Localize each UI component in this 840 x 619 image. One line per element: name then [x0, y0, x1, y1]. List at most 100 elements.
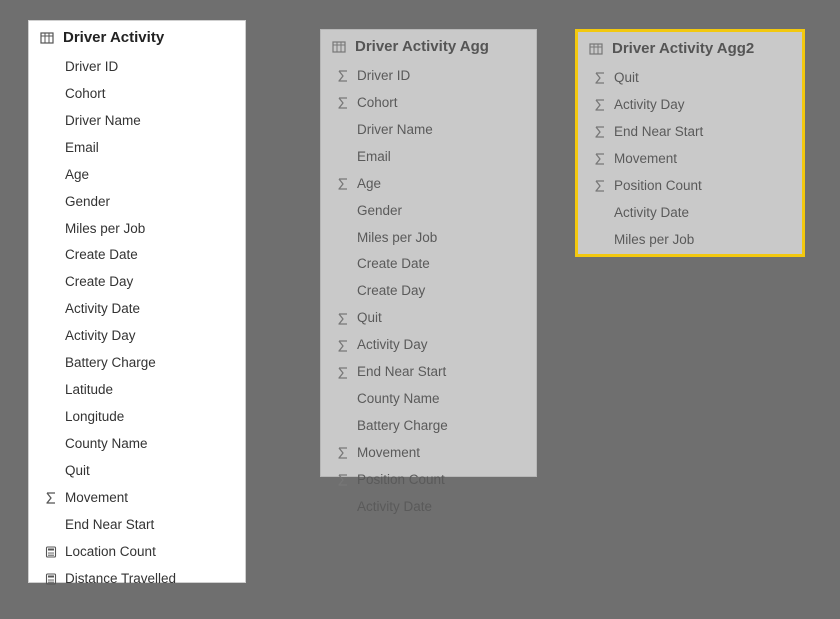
- table-header[interactable]: Driver Activity: [29, 21, 245, 52]
- blank-icon: [43, 436, 59, 452]
- sigma-icon: [335, 445, 351, 461]
- field-label: Create Day: [65, 272, 133, 293]
- field-row[interactable]: Movement: [327, 440, 530, 467]
- field-row[interactable]: Miles per Job: [35, 216, 239, 243]
- blank-icon: [43, 463, 59, 479]
- field-label: Driver Name: [65, 111, 141, 132]
- field-label: Battery Charge: [65, 353, 156, 374]
- field-label: Movement: [614, 149, 677, 170]
- table-title: Driver Activity Agg2: [612, 40, 754, 57]
- field-label: End Near Start: [65, 515, 154, 536]
- sigma-icon: [335, 95, 351, 111]
- field-row[interactable]: Driver Name: [327, 117, 530, 144]
- field-row[interactable]: Activity Day: [584, 92, 796, 119]
- field-row[interactable]: Cohort: [327, 90, 530, 117]
- calculator-icon: [43, 571, 59, 587]
- blank-icon: [43, 86, 59, 102]
- blank-icon: [335, 122, 351, 138]
- field-label: End Near Start: [357, 362, 446, 383]
- field-label: Activity Date: [357, 497, 432, 518]
- table-card-driver-activity-agg2[interactable]: Driver Activity Agg2 Quit Activity Day End…: [575, 29, 805, 257]
- field-label: Driver ID: [357, 66, 410, 87]
- field-label: Battery Charge: [357, 416, 448, 437]
- field-label: Distance Travelled: [65, 569, 176, 590]
- blank-icon: [43, 383, 59, 399]
- sigma-icon: [335, 176, 351, 192]
- field-row[interactable]: Activity Day: [327, 332, 530, 359]
- blank-icon: [335, 257, 351, 273]
- field-row[interactable]: County Name: [327, 386, 530, 413]
- field-row[interactable]: Email: [327, 144, 530, 171]
- field-label: Activity Day: [65, 326, 136, 347]
- field-row[interactable]: Position Count: [584, 173, 796, 200]
- field-row[interactable]: Longitude: [35, 404, 239, 431]
- field-row[interactable]: Driver Name: [35, 108, 239, 135]
- field-label: Latitude: [65, 380, 113, 401]
- table-card-driver-activity-agg[interactable]: Driver Activity Agg Driver ID Cohort Drive…: [320, 29, 537, 477]
- field-list: Driver ID Cohort Driver NameEmail Age Gender…: [321, 61, 536, 531]
- blank-icon: [43, 248, 59, 264]
- sigma-icon: [592, 70, 608, 86]
- field-row[interactable]: End Near Start: [327, 359, 530, 386]
- field-row[interactable]: Activity Day: [35, 323, 239, 350]
- field-row[interactable]: End Near Start: [35, 512, 239, 539]
- blank-icon: [43, 140, 59, 156]
- field-row[interactable]: Activity Date: [35, 296, 239, 323]
- field-label: Quit: [357, 308, 382, 329]
- field-label: Email: [65, 138, 99, 159]
- field-row[interactable]: County Name: [35, 431, 239, 458]
- field-list: Quit Activity Day End Near Start Movement Po…: [578, 63, 802, 263]
- field-row[interactable]: Gender: [35, 189, 239, 216]
- table-card-driver-activity[interactable]: Driver Activity Driver ID Cohort Driver Na…: [28, 20, 246, 583]
- field-row[interactable]: Driver ID: [327, 63, 530, 90]
- field-row[interactable]: Location Count: [35, 539, 239, 566]
- field-row[interactable]: Miles per Job: [327, 225, 530, 252]
- field-row[interactable]: End Near Start: [584, 119, 796, 146]
- blank-icon: [43, 356, 59, 372]
- field-row[interactable]: Distance Travelled: [35, 566, 239, 593]
- blank-icon: [43, 167, 59, 183]
- field-row[interactable]: Latitude: [35, 377, 239, 404]
- blank-icon: [335, 149, 351, 165]
- field-row[interactable]: Create Day: [327, 278, 530, 305]
- sigma-icon: [335, 472, 351, 488]
- field-label: Cohort: [65, 84, 106, 105]
- field-row[interactable]: Activity Date: [327, 494, 530, 521]
- field-row[interactable]: Position Count: [327, 467, 530, 494]
- field-label: Create Date: [357, 254, 430, 275]
- field-row[interactable]: Gender: [327, 198, 530, 225]
- field-label: End Near Start: [614, 122, 703, 143]
- field-row[interactable]: Quit: [35, 458, 239, 485]
- field-label: Driver ID: [65, 57, 118, 78]
- blank-icon: [43, 221, 59, 237]
- field-row[interactable]: Movement: [35, 485, 239, 512]
- field-label: Quit: [614, 68, 639, 89]
- sigma-icon: [43, 490, 59, 506]
- field-row[interactable]: Activity Date: [584, 200, 796, 227]
- blank-icon: [43, 194, 59, 210]
- field-row[interactable]: Age: [35, 162, 239, 189]
- table-header[interactable]: Driver Activity Agg2: [578, 32, 802, 63]
- field-row[interactable]: Quit: [327, 305, 530, 332]
- field-row[interactable]: Age: [327, 171, 530, 198]
- field-label: Cohort: [357, 93, 398, 114]
- field-row[interactable]: Cohort: [35, 81, 239, 108]
- field-row[interactable]: Miles per Job: [584, 227, 796, 254]
- field-row[interactable]: Create Date: [327, 251, 530, 278]
- field-list: Driver ID Cohort Driver Name Email AgeGender…: [29, 52, 245, 602]
- field-row[interactable]: Battery Charge: [327, 413, 530, 440]
- field-row[interactable]: Driver ID: [35, 54, 239, 81]
- field-row[interactable]: Create Date: [35, 242, 239, 269]
- field-label: Miles per Job: [614, 230, 694, 251]
- field-row[interactable]: Quit: [584, 65, 796, 92]
- blank-icon: [43, 275, 59, 291]
- field-row[interactable]: Create Day: [35, 269, 239, 296]
- field-label: Longitude: [65, 407, 124, 428]
- table-header[interactable]: Driver Activity Agg: [321, 30, 536, 61]
- table-icon: [588, 41, 604, 57]
- sigma-icon: [592, 151, 608, 167]
- field-label: Age: [357, 174, 381, 195]
- field-row[interactable]: Movement: [584, 146, 796, 173]
- field-row[interactable]: Battery Charge: [35, 350, 239, 377]
- field-row[interactable]: Email: [35, 135, 239, 162]
